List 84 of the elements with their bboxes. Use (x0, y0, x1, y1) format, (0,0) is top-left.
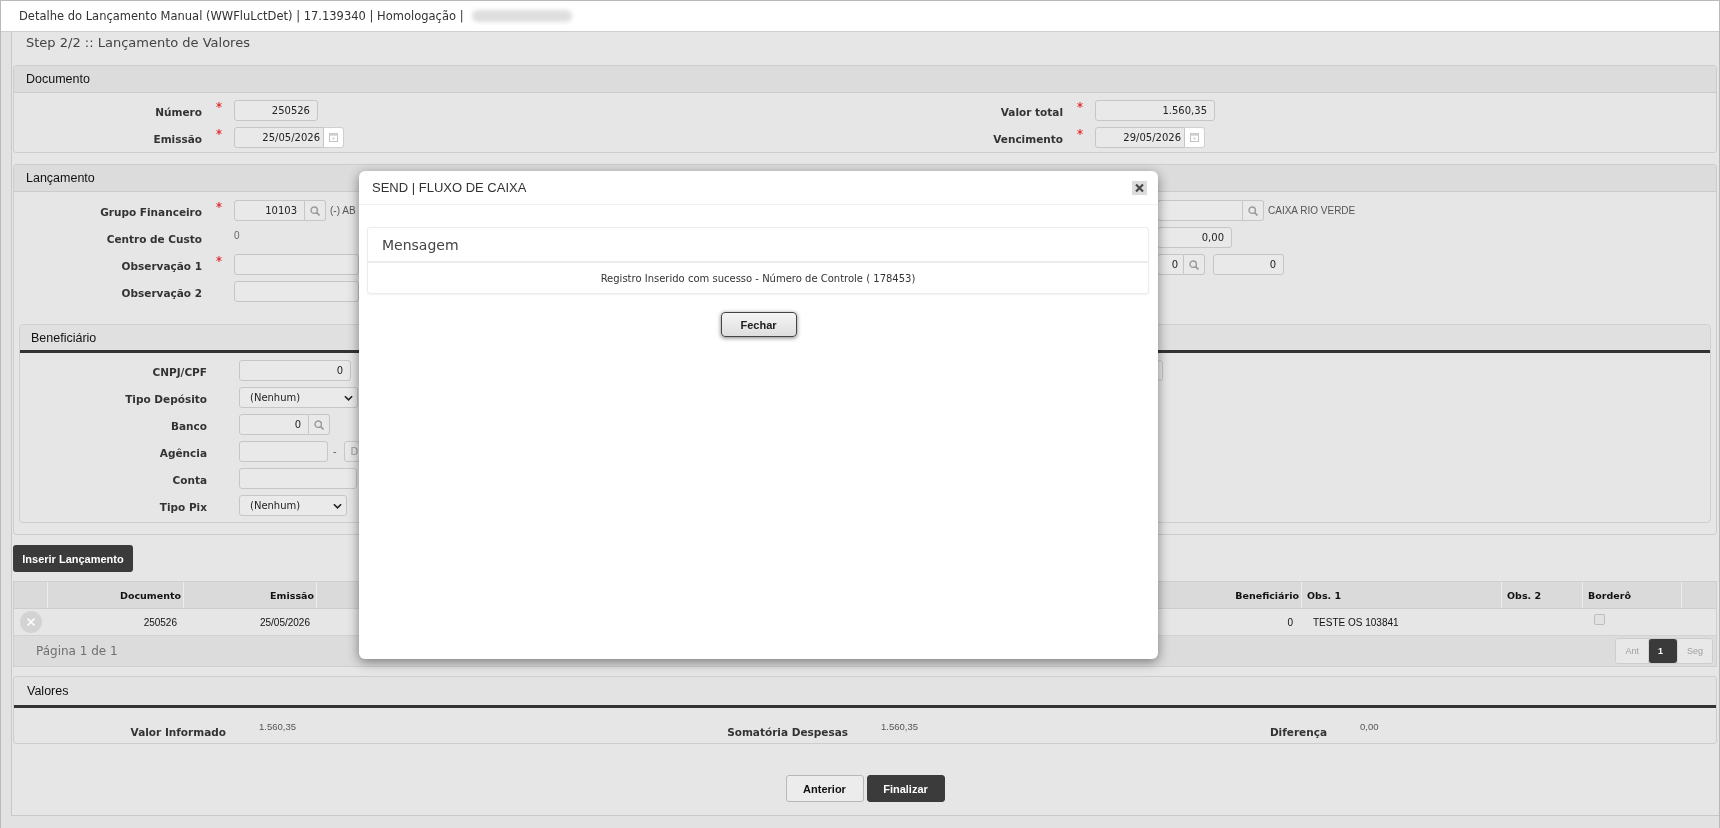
panel-title: Valores (27, 684, 69, 698)
search-button[interactable] (1243, 200, 1264, 221)
field-label: Banco (170, 419, 207, 434)
search-icon (314, 419, 324, 430)
calendar-button[interactable] (1185, 127, 1205, 148)
chevron-down-icon (333, 502, 342, 509)
input-field[interactable] (1157, 200, 1243, 221)
field-description: (-) AB (330, 205, 356, 216)
field-label: Valor Informado (130, 726, 226, 738)
separator-text: - (333, 446, 337, 457)
close-button[interactable]: Fechar (720, 312, 797, 337)
dialog-title: SEND | FLUXO DE CAIXA (372, 180, 527, 195)
footer-button[interactable]: Finalizar (866, 775, 945, 802)
input-field[interactable]: 0,00 (1157, 227, 1232, 248)
field-label: Vencimento (992, 132, 1063, 147)
page-button[interactable]: 1 (1648, 639, 1677, 663)
field-description: CAIXA RIO VERDE (1268, 205, 1356, 216)
table-cell: 25/05/2026 (259, 616, 310, 628)
panel-title: Lançamento (26, 171, 95, 185)
message-title: Mensagem (382, 236, 459, 253)
field-value: 1.560,35 (259, 721, 296, 732)
field-label: Grupo Financeiro (99, 205, 202, 220)
field-value: 0 (234, 230, 240, 241)
page-info-text: Página 1 de 1 (36, 644, 118, 658)
field-label: Número (154, 105, 202, 120)
table-cell: 0 (1287, 616, 1293, 628)
calendar-button[interactable] (324, 127, 344, 148)
dropdown[interactable]: (Nenhum) (239, 387, 358, 408)
input-field[interactable]: D (343, 441, 360, 462)
field-label: Tipo Depósito (124, 392, 207, 407)
input-field[interactable]: 250526 (234, 100, 318, 121)
column-header: Beneficiário (1235, 589, 1299, 601)
calendar-icon (1190, 133, 1199, 142)
column-header: Obs. 2 (1507, 589, 1542, 601)
input-field[interactable] (234, 281, 359, 302)
field-label: Conta (171, 473, 207, 488)
column-header: Obs. 1 (1307, 589, 1342, 601)
field-value: 1.560,35 (881, 721, 918, 732)
field-label: Valor total (999, 105, 1063, 120)
dropdown[interactable]: (Nenhum) (239, 495, 347, 516)
field-label: Somatória Despesas (727, 726, 848, 738)
column-header: Borderô (1588, 589, 1631, 601)
search-button[interactable] (305, 200, 326, 221)
date-field[interactable]: 29/05/2026 (1095, 127, 1185, 148)
message-text: Registro Inserido com sucesso - Número de Controle ( 178453) (600, 272, 916, 284)
calendar-icon (329, 133, 338, 142)
search-icon (1189, 259, 1199, 270)
x-circle-icon[interactable] (20, 611, 42, 633)
page-heading: Step 2/2 :: Lançamento de Valores (26, 35, 250, 50)
input-field[interactable]: 10103 (234, 200, 305, 221)
panel-title: Beneficiário (31, 330, 97, 345)
chevron-down-icon (344, 394, 353, 401)
field-label: Centro de Custo (105, 232, 202, 247)
field-label: Observação 2 (120, 286, 202, 301)
input-field[interactable] (239, 468, 357, 489)
input-field[interactable]: 0 (1157, 254, 1184, 275)
field-value: 0,00 (1360, 721, 1379, 732)
window-title: Detalhe do Lançamento Manual (WWFluLctDet) | 17.139340 | Homologação | (19, 9, 464, 23)
footer-button[interactable]: Anterior (785, 775, 864, 802)
input-field[interactable]: 0 (1213, 254, 1284, 275)
checkbox[interactable] (1594, 614, 1605, 625)
search-icon (310, 205, 320, 216)
column-header: Documento (120, 589, 181, 601)
input-field[interactable]: 0 (239, 360, 351, 381)
close-icon[interactable] (1132, 180, 1147, 195)
table-cell: 250526 (143, 616, 177, 628)
input-field[interactable]: 1.560,35 (1095, 100, 1215, 121)
field-label: Emissão (152, 132, 202, 147)
input-field[interactable] (234, 254, 359, 275)
input-field[interactable]: 0 (239, 414, 309, 435)
search-button[interactable] (309, 414, 330, 435)
field-label: Tipo Pix (158, 500, 207, 515)
search-icon (1248, 205, 1258, 216)
search-button[interactable] (1184, 254, 1205, 275)
panel-title: Documento (26, 72, 90, 86)
field-label: Observação 1 (120, 259, 202, 274)
insert-button[interactable]: Inserir Lançamento (13, 545, 133, 572)
column-header: Emissão (270, 589, 314, 601)
field-label: CNPJ/CPF (151, 365, 207, 380)
field-label: Agência (158, 446, 207, 461)
input-field[interactable] (239, 441, 328, 462)
date-field[interactable]: 25/05/2026 (234, 127, 324, 148)
field-label: Diferença (1269, 726, 1327, 738)
table-cell: TESTE OS 103841 (1313, 616, 1399, 628)
